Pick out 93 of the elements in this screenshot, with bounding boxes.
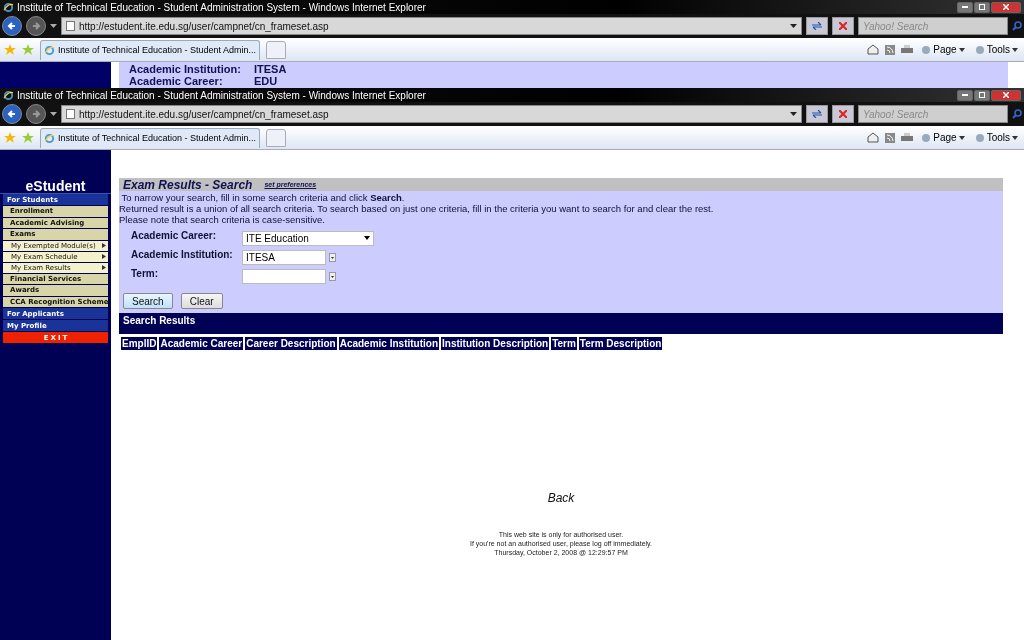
- caret-icon: [1012, 47, 1018, 52]
- stop-button[interactable]: [832, 105, 854, 123]
- dropdown-field[interactable]: ITE Education: [242, 230, 374, 246]
- close-button[interactable]: [991, 1, 1021, 13]
- toolbar-menu-button[interactable]: Tools: [972, 40, 1020, 59]
- maximize-icon: [979, 92, 985, 98]
- field-value: ITESA: [254, 63, 288, 75]
- combo-field[interactable]: [242, 268, 326, 284]
- forward-button[interactable]: [26, 104, 46, 124]
- page-icon: [66, 109, 75, 119]
- forward-arrow-icon: [31, 21, 41, 31]
- back-button[interactable]: [2, 16, 22, 36]
- browser-logo-icon: [3, 89, 14, 101]
- caret-icon: [958, 135, 965, 140]
- home-icon[interactable]: [867, 132, 880, 143]
- back-arrow-icon: [7, 109, 17, 119]
- dropdown-arrow-icon[interactable]: [50, 112, 57, 116]
- close-icon: [1003, 92, 1009, 98]
- refresh-icon: [811, 110, 823, 118]
- arrow-icon: [102, 243, 106, 248]
- column-header: Term Description: [578, 337, 663, 350]
- column-header: Institution Description: [441, 337, 550, 350]
- address-field[interactable]: http://estudent.ite.edu.sg/user/campnet/cn_frameset.asp: [61, 105, 802, 123]
- maximize-button[interactable]: [974, 1, 990, 13]
- forward-arrow-icon: [31, 109, 41, 119]
- back-button[interactable]: [2, 104, 22, 124]
- stop-button[interactable]: [832, 17, 854, 35]
- forward-button[interactable]: [26, 16, 46, 36]
- caret-icon: [1012, 135, 1018, 140]
- column-header: Career Description: [245, 337, 337, 350]
- browser-tab[interactable]: Institute of Technical Education - Student Admin...: [40, 39, 260, 60]
- caret-icon: [958, 47, 965, 52]
- field-label: Term:: [131, 268, 160, 281]
- results-header: Search Results: [119, 313, 1003, 334]
- browser-logo-icon: [44, 44, 55, 56]
- close-button[interactable]: [991, 89, 1021, 101]
- maximize-icon: [979, 4, 985, 10]
- arrow-icon: [102, 254, 106, 259]
- stop-icon: [839, 22, 847, 30]
- printer-icon[interactable]: [901, 132, 914, 143]
- combo-field[interactable]: ITESA: [242, 249, 326, 265]
- search-icon[interactable]: [1012, 21, 1022, 31]
- address-field[interactable]: http://estudent.ite.edu.sg/user/campnet/cn_frameset.asp: [61, 17, 802, 35]
- field-label: Academic Institution:: [129, 63, 242, 75]
- dropdown-arrow-icon[interactable]: [790, 24, 797, 28]
- page-title: Exam Results - Search: [123, 177, 253, 192]
- dropdown-arrow-icon[interactable]: [50, 24, 57, 28]
- toolbar-menu-button[interactable]: Page: [919, 128, 967, 147]
- home-icon[interactable]: [867, 44, 880, 55]
- window-title: Institute of Technical Education - Student Administration System - Windows Internet Explorer: [17, 1, 427, 13]
- stop-icon: [839, 110, 847, 118]
- form-button[interactable]: Clear: [180, 293, 223, 309]
- new-tab-button[interactable]: [265, 40, 286, 59]
- column-header: Academic Career: [159, 337, 244, 350]
- page-icon: [66, 21, 75, 31]
- arrow-icon: [102, 265, 106, 270]
- back-link[interactable]: Back: [547, 491, 575, 505]
- instruction-text: To narrow your search, fill in some search criteria and click Search.: [120, 192, 406, 203]
- search-field[interactable]: Yahoo! Search: [858, 105, 1008, 123]
- minimize-button[interactable]: [957, 1, 973, 13]
- minimize-icon: [962, 6, 968, 8]
- minimize-button[interactable]: [957, 89, 973, 101]
- favorites-star-icon[interactable]: [4, 131, 16, 144]
- field-value: EDU: [254, 75, 279, 87]
- feed-icon[interactable]: [885, 132, 896, 143]
- column-header: Academic Institution: [338, 337, 439, 350]
- minimize-icon: [962, 94, 968, 96]
- column-header: EmplID: [121, 337, 158, 350]
- favorites-star-icon[interactable]: [4, 43, 16, 56]
- back-arrow-icon: [7, 21, 17, 31]
- toolbar-menu-button[interactable]: Tools: [972, 128, 1020, 147]
- search-field[interactable]: Yahoo! Search: [858, 17, 1008, 35]
- instruction-text: Returned result is a union of all search criteria. To search based on just one criteria, fill in the criteria you want to search for and clear the rest.: [119, 203, 715, 214]
- browser-logo-icon: [44, 132, 55, 144]
- caret-icon: [364, 236, 370, 240]
- field-label: Academic Career:: [129, 75, 224, 87]
- instruction-text: Please note that search criteria is case-sensitive.: [119, 214, 326, 225]
- maximize-button[interactable]: [974, 89, 990, 101]
- toolbar-menu-button[interactable]: Page: [919, 40, 967, 59]
- browser-tab[interactable]: Institute of Technical Education - Student Admin...: [40, 127, 260, 148]
- dropdown-arrow-icon[interactable]: [790, 112, 797, 116]
- browser-logo-icon: [3, 1, 14, 13]
- field-label: Academic Institution:: [131, 249, 234, 262]
- close-icon: [1003, 4, 1009, 10]
- feed-icon[interactable]: [885, 44, 896, 55]
- new-tab-button[interactable]: [265, 128, 286, 147]
- field-label: Academic Career:: [131, 230, 218, 243]
- form-button[interactable]: Search: [123, 293, 173, 309]
- column-header: Term: [551, 337, 577, 350]
- window-title: Institute of Technical Education - Student Administration System - Windows Internet Explorer: [17, 89, 427, 101]
- search-icon[interactable]: [1012, 109, 1022, 119]
- printer-icon[interactable]: [901, 44, 914, 55]
- refresh-icon: [811, 22, 823, 30]
